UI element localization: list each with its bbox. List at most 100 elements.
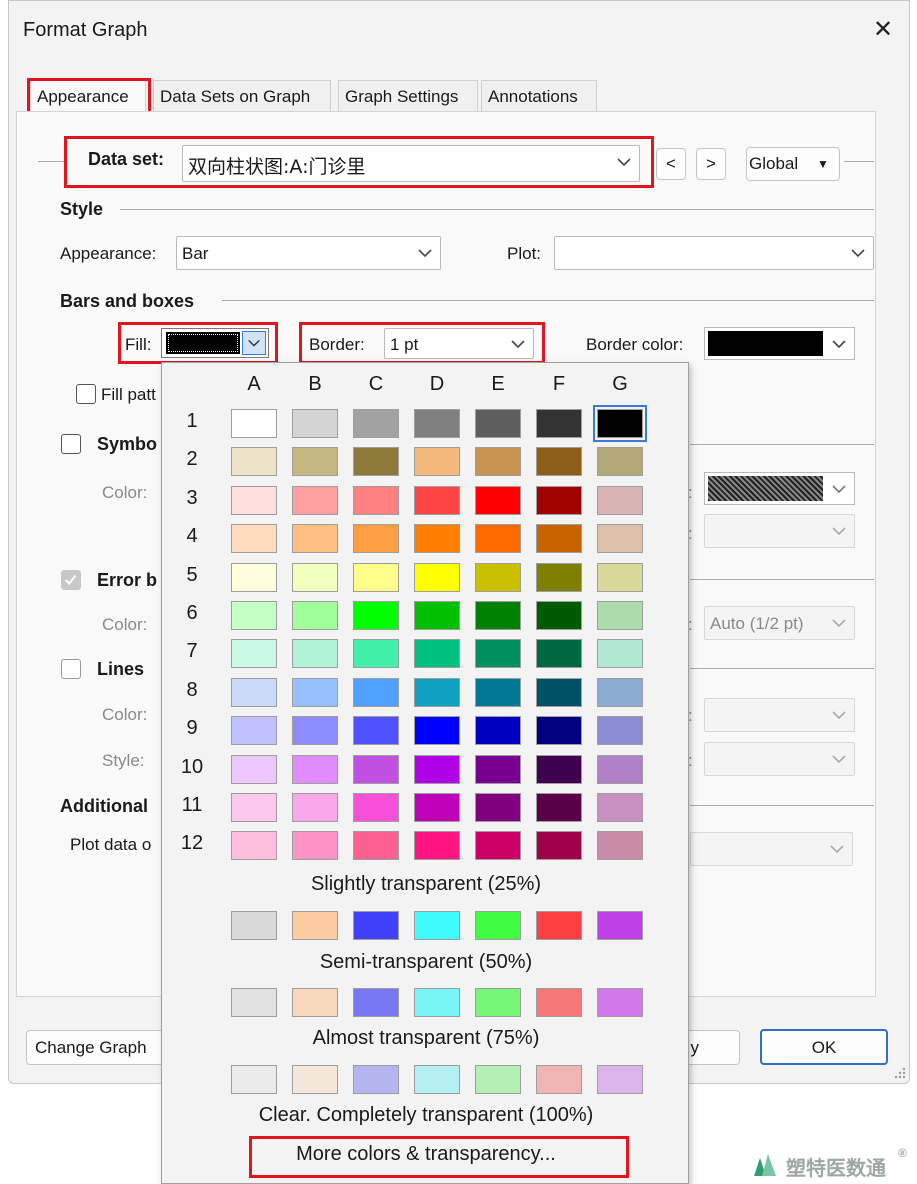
- color-swatch[interactable]: [353, 447, 399, 477]
- lines-color-select[interactable]: [704, 698, 855, 732]
- color-swatch[interactable]: [597, 716, 643, 746]
- transparent-color-swatch[interactable]: [597, 911, 643, 940]
- tab-data-sets-on-graph[interactable]: Data Sets on Graph: [153, 80, 331, 112]
- ok-button[interactable]: OK: [760, 1029, 888, 1065]
- color-swatch[interactable]: [353, 524, 399, 554]
- symbols-size-select[interactable]: [704, 514, 855, 548]
- border-color-picker[interactable]: [704, 327, 855, 360]
- transparent-color-swatch[interactable]: [475, 1065, 521, 1094]
- color-swatch[interactable]: [536, 485, 582, 515]
- error-bars-checkbox[interactable]: [61, 570, 81, 590]
- color-swatch[interactable]: [414, 485, 460, 515]
- clear-transparent-option[interactable]: Clear. Completely transparent (100%): [162, 1104, 690, 1127]
- transparent-color-swatch[interactable]: [353, 988, 399, 1017]
- color-swatch[interactable]: [414, 601, 460, 630]
- color-swatch[interactable]: [414, 409, 460, 438]
- color-swatch[interactable]: [414, 754, 460, 784]
- color-swatch[interactable]: [597, 754, 643, 784]
- previous-dataset-button[interactable]: <: [656, 148, 686, 180]
- transparent-color-swatch[interactable]: [231, 1065, 277, 1094]
- next-dataset-button[interactable]: >: [696, 148, 726, 180]
- color-swatch[interactable]: [231, 754, 277, 784]
- color-swatch[interactable]: [475, 447, 521, 477]
- color-swatch[interactable]: [536, 562, 582, 592]
- resize-grip-icon[interactable]: [893, 1066, 907, 1080]
- color-swatch[interactable]: [536, 716, 582, 746]
- color-swatch[interactable]: [231, 562, 277, 592]
- color-swatch[interactable]: [231, 716, 277, 746]
- lines-checkbox[interactable]: [61, 659, 81, 679]
- color-swatch[interactable]: [593, 405, 647, 442]
- color-swatch[interactable]: [292, 485, 338, 515]
- tab-annotations[interactable]: Annotations: [481, 80, 597, 112]
- transparent-color-swatch[interactable]: [597, 988, 643, 1017]
- color-swatch[interactable]: [536, 677, 582, 707]
- color-swatch[interactable]: [353, 831, 399, 861]
- color-swatch[interactable]: [475, 524, 521, 554]
- color-swatch[interactable]: [475, 831, 521, 861]
- transparent-color-swatch[interactable]: [597, 1065, 643, 1094]
- color-swatch[interactable]: [597, 447, 643, 477]
- error-bars-width-select[interactable]: Auto (1/2 pt): [704, 606, 855, 640]
- color-swatch[interactable]: [292, 754, 338, 784]
- color-swatch[interactable]: [292, 524, 338, 554]
- color-swatch[interactable]: [353, 409, 399, 438]
- color-swatch[interactable]: [292, 409, 338, 438]
- color-swatch[interactable]: [475, 639, 521, 669]
- lines-style-select[interactable]: [704, 742, 855, 776]
- transparent-color-swatch[interactable]: [414, 1065, 460, 1094]
- color-swatch[interactable]: [414, 793, 460, 822]
- color-swatch[interactable]: [536, 639, 582, 669]
- color-swatch[interactable]: [597, 562, 643, 592]
- color-swatch[interactable]: [414, 677, 460, 707]
- color-swatch[interactable]: [414, 562, 460, 592]
- transparent-color-swatch[interactable]: [292, 911, 338, 940]
- color-swatch[interactable]: [231, 831, 277, 861]
- transparent-color-swatch[interactable]: [536, 911, 582, 940]
- color-swatch[interactable]: [292, 716, 338, 746]
- color-swatch[interactable]: [475, 716, 521, 746]
- color-swatch[interactable]: [292, 639, 338, 669]
- transparent-color-swatch[interactable]: [353, 1065, 399, 1094]
- color-swatch[interactable]: [475, 677, 521, 707]
- color-swatch[interactable]: [353, 485, 399, 515]
- color-swatch[interactable]: [231, 793, 277, 822]
- color-swatch[interactable]: [353, 601, 399, 630]
- tab-graph-settings[interactable]: Graph Settings: [338, 80, 478, 112]
- transparent-color-swatch[interactable]: [292, 1065, 338, 1094]
- transparent-color-swatch[interactable]: [353, 911, 399, 940]
- transparent-color-swatch[interactable]: [475, 988, 521, 1017]
- color-swatch[interactable]: [353, 639, 399, 669]
- color-swatch[interactable]: [292, 677, 338, 707]
- color-swatch[interactable]: [231, 601, 277, 630]
- transparent-color-swatch[interactable]: [292, 988, 338, 1017]
- color-swatch[interactable]: [414, 831, 460, 861]
- color-swatch[interactable]: [292, 793, 338, 822]
- close-button[interactable]: ✕: [867, 15, 899, 47]
- transparent-color-swatch[interactable]: [536, 1065, 582, 1094]
- color-swatch[interactable]: [353, 562, 399, 592]
- transparent-color-swatch[interactable]: [536, 988, 582, 1017]
- color-swatch[interactable]: [597, 831, 643, 861]
- color-swatch[interactable]: [231, 639, 277, 669]
- color-swatch[interactable]: [597, 524, 643, 554]
- color-swatch[interactable]: [414, 447, 460, 477]
- color-swatch[interactable]: [475, 793, 521, 822]
- color-swatch[interactable]: [353, 754, 399, 784]
- color-swatch[interactable]: [292, 601, 338, 630]
- change-graph-button[interactable]: Change Graph: [26, 1030, 166, 1065]
- color-swatch[interactable]: [292, 447, 338, 477]
- color-swatch[interactable]: [231, 447, 277, 477]
- color-swatch[interactable]: [414, 639, 460, 669]
- color-swatch[interactable]: [231, 677, 277, 707]
- appearance-select[interactable]: Bar: [176, 236, 441, 270]
- color-swatch[interactable]: [353, 716, 399, 746]
- plot-data-select[interactable]: [690, 832, 853, 866]
- color-swatch[interactable]: [475, 409, 521, 438]
- color-swatch[interactable]: [475, 562, 521, 592]
- color-swatch[interactable]: [597, 601, 643, 630]
- color-swatch[interactable]: [597, 677, 643, 707]
- transparent-color-swatch[interactable]: [475, 911, 521, 940]
- title-bar[interactable]: Format Graph ✕: [9, 1, 911, 61]
- color-swatch[interactable]: [536, 524, 582, 554]
